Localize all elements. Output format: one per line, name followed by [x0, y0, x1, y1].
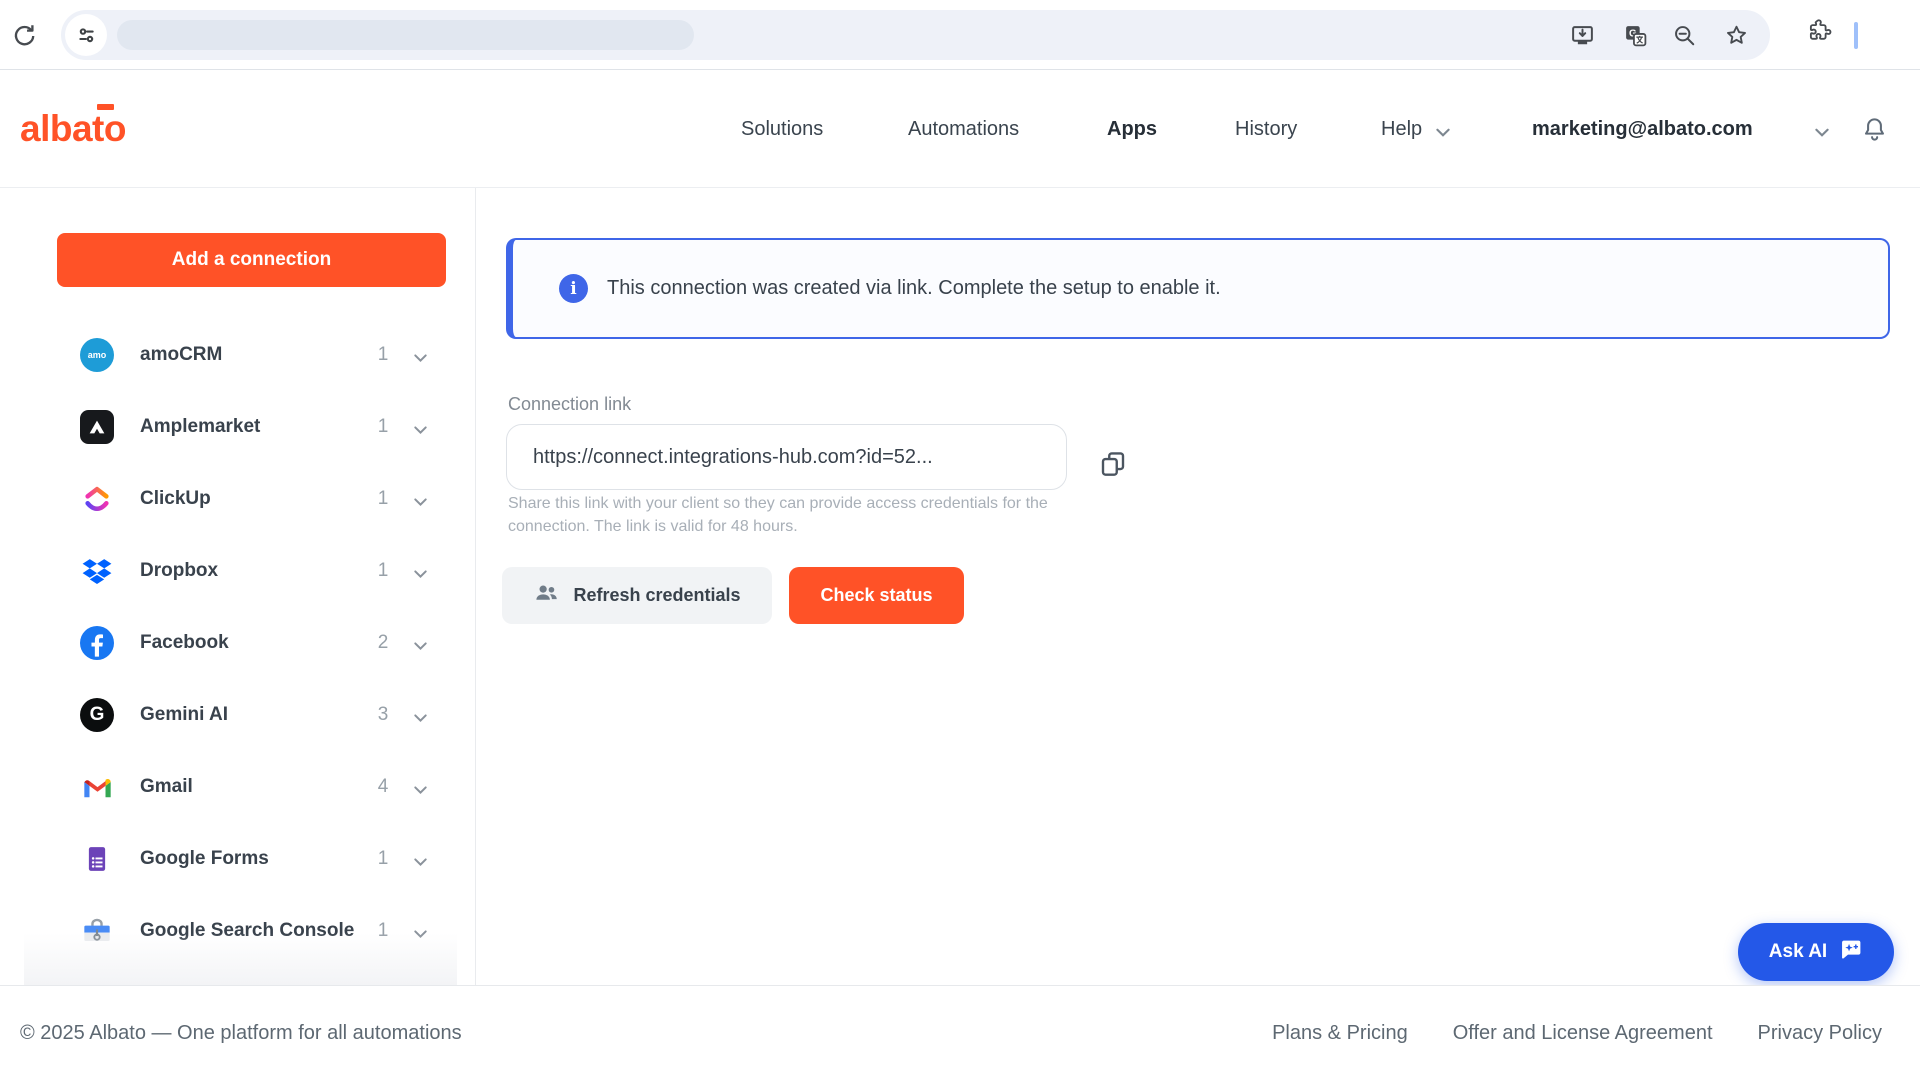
url-field[interactable] — [117, 20, 694, 50]
nav-apps[interactable]: Apps — [1107, 71, 1157, 188]
sidebar-app-gmail[interactable]: Gmail 4 — [0, 751, 476, 823]
amocrm-icon: amo — [80, 338, 114, 372]
sidebar-app-google-forms[interactable]: Google Forms 1 — [0, 823, 476, 895]
address-bar[interactable]: G — [61, 10, 1770, 60]
footer-link-offer[interactable]: Offer and License Agreement — [1453, 1022, 1713, 1045]
reload-icon[interactable] — [10, 22, 38, 50]
account-menu[interactable]: marketing@albato.com — [1532, 71, 1753, 188]
clickup-icon — [80, 482, 114, 516]
facebook-icon — [80, 626, 114, 660]
tune-icon[interactable] — [65, 14, 107, 56]
chevron-down-icon[interactable] — [414, 349, 427, 367]
info-icon: i — [559, 274, 588, 303]
sidebar-app-clickup[interactable]: ClickUp 1 — [0, 463, 476, 535]
page-footer: © 2025 Albato — One platform for all aut… — [0, 985, 1920, 1080]
chevron-down-icon[interactable] — [414, 925, 427, 943]
footer-link-plans[interactable]: Plans & Pricing — [1272, 1022, 1408, 1045]
info-banner: i This connection was created via link. … — [506, 238, 1890, 339]
sidebar-app-amocrm[interactable]: amo amoCRM 1 — [0, 319, 476, 391]
nav-history[interactable]: History — [1235, 71, 1297, 188]
albato-logo[interactable]: albato — [20, 103, 126, 155]
extensions-icon[interactable] — [1806, 17, 1832, 43]
sidebar-app-facebook[interactable]: Facebook 2 — [0, 607, 476, 679]
connections-sidebar: Add a connection amo amoCRM 1 Amplemarke… — [0, 188, 476, 985]
add-connection-button[interactable]: Add a connection — [57, 233, 446, 287]
nav-help[interactable]: Help — [1381, 71, 1422, 188]
sidebar-app-amplemarket[interactable]: Amplemarket 1 — [0, 391, 476, 463]
install-app-icon[interactable] — [1569, 22, 1595, 48]
sidebar-app-dropbox[interactable]: Dropbox 1 — [0, 535, 476, 607]
chevron-down-icon[interactable] — [414, 853, 427, 871]
chevron-down-icon[interactable] — [414, 493, 427, 511]
footer-links: Plans & Pricing Offer and License Agreem… — [1272, 1022, 1882, 1045]
footer-link-privacy[interactable]: Privacy Policy — [1758, 1022, 1882, 1045]
chevron-down-icon[interactable] — [414, 781, 427, 799]
chevron-down-icon[interactable] — [1436, 124, 1450, 142]
check-status-button[interactable]: Check status — [789, 567, 964, 624]
chevron-down-icon[interactable] — [1815, 124, 1829, 142]
sidebar-app-gemini[interactable]: G Gemini AI 3 — [0, 679, 476, 751]
people-icon — [533, 580, 560, 612]
link-helper-text: Share this link with your client so they… — [508, 492, 1093, 538]
chevron-down-icon[interactable] — [414, 709, 427, 727]
banner-message: This connection was created via link. Co… — [607, 277, 1221, 300]
gemini-icon: G — [80, 698, 114, 732]
notifications-bell-icon[interactable] — [1860, 115, 1889, 145]
ai-sparkle-chat-icon — [1838, 937, 1863, 968]
chevron-down-icon[interactable] — [414, 421, 427, 439]
chevron-down-icon[interactable] — [414, 637, 427, 655]
refresh-credentials-button[interactable]: Refresh credentials — [502, 567, 772, 624]
amplemarket-icon — [80, 410, 114, 444]
ask-ai-button[interactable]: Ask AI — [1738, 923, 1894, 981]
gmail-icon — [80, 770, 114, 804]
ask-ai-label: Ask AI — [1769, 941, 1827, 963]
chevron-down-icon[interactable] — [414, 565, 427, 583]
nav-solutions[interactable]: Solutions — [741, 71, 823, 188]
google-search-console-icon — [80, 914, 114, 948]
logo-t-bar — [97, 104, 114, 110]
zoom-out-icon[interactable] — [1671, 22, 1697, 48]
sidebar-app-google-search-console[interactable]: Google Search Console 1 — [0, 895, 476, 967]
copyright-text: © 2025 Albato — One platform for all aut… — [20, 1022, 462, 1045]
profile-indicator — [1854, 22, 1858, 49]
bookmark-star-icon[interactable] — [1723, 22, 1749, 48]
translate-icon[interactable]: G — [1622, 22, 1648, 48]
nav-automations[interactable]: Automations — [908, 71, 1019, 188]
copy-icon[interactable] — [1096, 448, 1130, 482]
dropbox-icon — [80, 554, 114, 588]
connection-link-input[interactable] — [506, 424, 1067, 490]
logo-text: albato — [20, 108, 126, 149]
google-forms-icon — [80, 842, 114, 876]
browser-toolbar: G — [0, 0, 1920, 70]
connection-link-label: Connection link — [508, 394, 631, 415]
app-header: albato Solutions Automations Apps Histor… — [0, 71, 1920, 188]
refresh-credentials-label: Refresh credentials — [573, 585, 740, 606]
